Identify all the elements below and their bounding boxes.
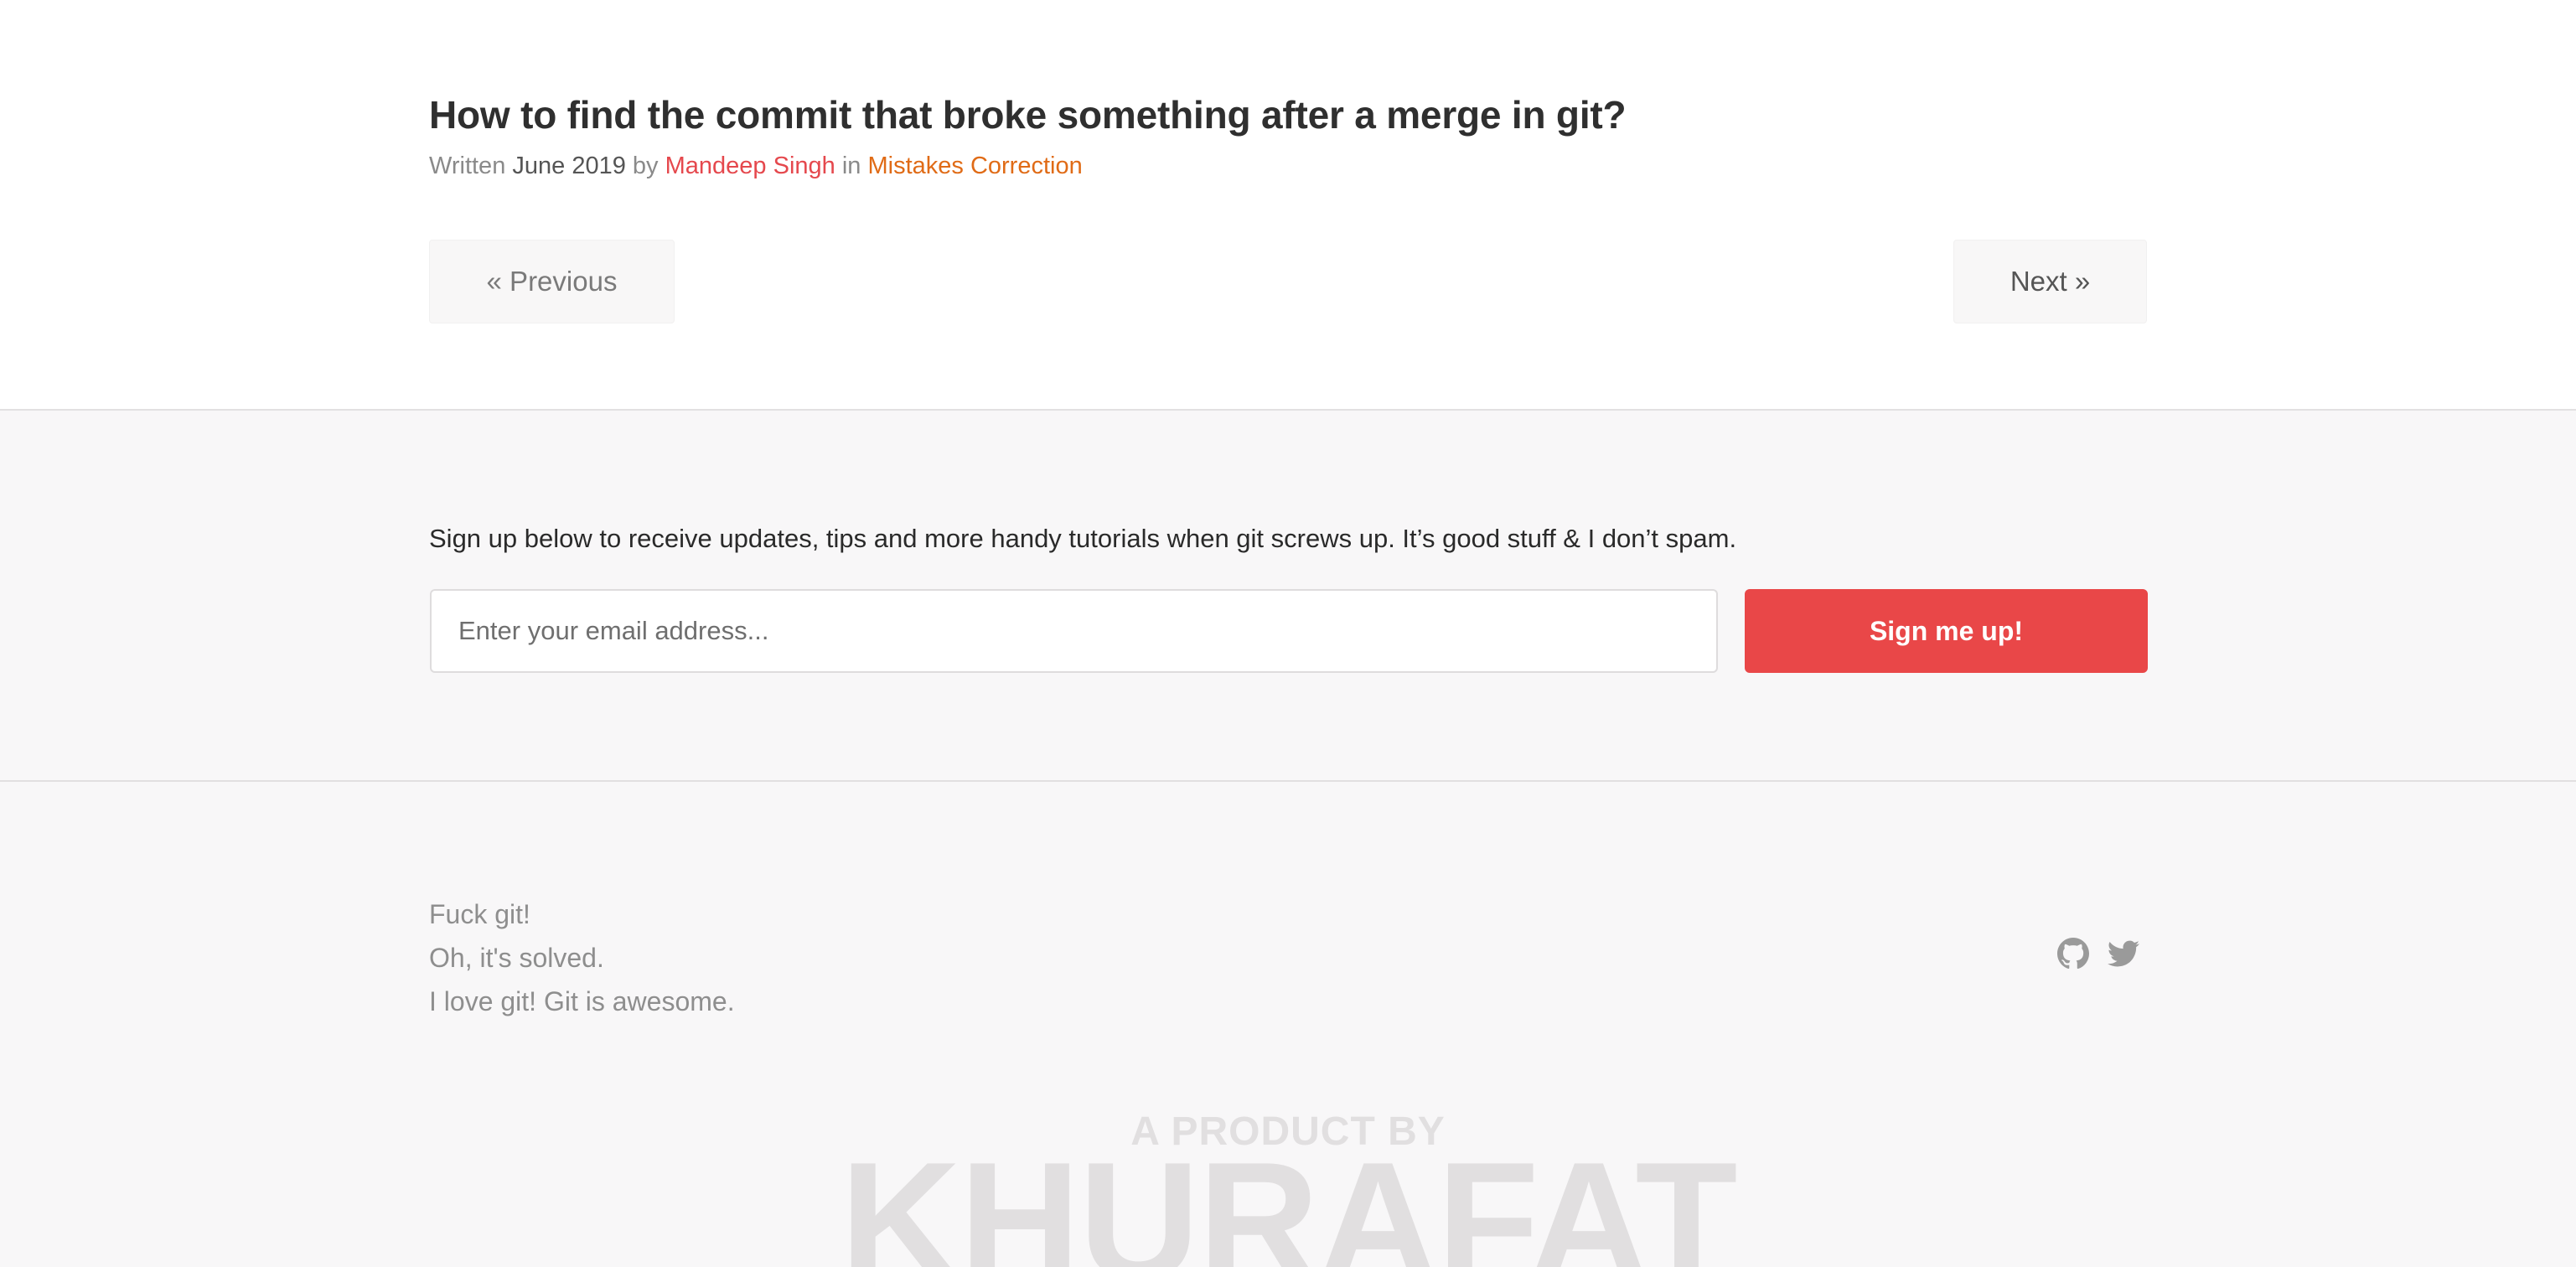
footer-line: Oh, it's solved. [429, 943, 604, 973]
meta-written-label: Written [429, 153, 506, 179]
previous-button[interactable]: « Previous [429, 240, 675, 323]
social-links [2057, 938, 2139, 970]
article-meta: Written June 2019 by Mandeep Singh in Mi… [429, 153, 1083, 180]
meta-in-label: in [841, 153, 861, 179]
article-title: How to find the commit that broke someth… [429, 93, 1627, 137]
meta-category-link[interactable]: Mistakes Correction [867, 153, 1082, 179]
brand-watermark: KHURAFAT [840, 1128, 1737, 1267]
signup-description: Sign up below to receive updates, tips a… [429, 524, 1737, 553]
footer: Fuck git! Oh, it's solved. I love git! G… [0, 782, 2576, 1267]
twitter-icon[interactable] [2108, 938, 2139, 970]
meta-by-label: by [632, 153, 659, 179]
footer-line: Fuck git! [429, 899, 530, 929]
article-header-section: How to find the commit that broke someth… [0, 0, 2576, 411]
email-input[interactable] [430, 589, 1718, 673]
meta-date: June 2019 [512, 153, 626, 179]
sign-me-up-button[interactable]: Sign me up! [1745, 589, 2148, 673]
meta-author-link[interactable]: Mandeep Singh [665, 153, 835, 179]
newsletter-signup-section: Sign up below to receive updates, tips a… [0, 411, 2576, 782]
github-icon[interactable] [2057, 938, 2089, 970]
footer-tagline: Fuck git! Oh, it's solved. I love git! G… [429, 892, 735, 1023]
footer-line: I love git! Git is awesome. [429, 986, 735, 1016]
next-button[interactable]: Next » [1953, 240, 2147, 323]
